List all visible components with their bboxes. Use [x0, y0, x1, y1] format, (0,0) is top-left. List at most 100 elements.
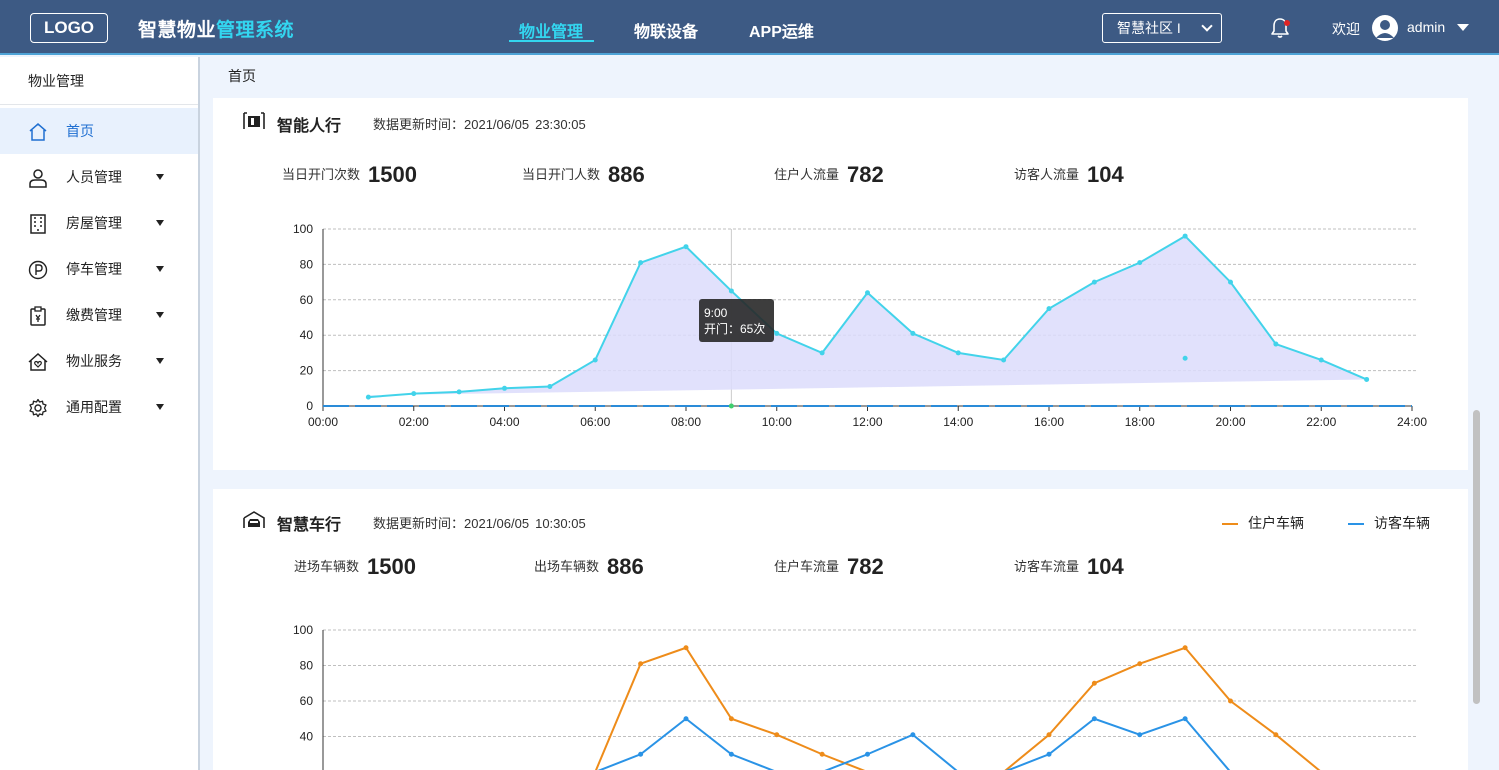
sidebar-item-billing[interactable]: 缴费管理 [0, 292, 198, 338]
stat-vehicles-in: 进场车辆数 1500 [294, 554, 416, 580]
stat-resident-flow: 住户人流量 782 [774, 162, 884, 188]
stat-visitor-vehicle-flow: 访客车流量 104 [1014, 554, 1124, 580]
data-point [1273, 732, 1279, 738]
data-point [1182, 716, 1188, 722]
y-tick-label: 40 [300, 328, 314, 342]
y-tick-label: 60 [300, 293, 314, 307]
username[interactable]: admin [1407, 19, 1445, 35]
stat-value: 886 [608, 162, 645, 187]
data-point [910, 732, 916, 738]
parking-icon [28, 260, 48, 280]
update-time: 10:30:05 [535, 516, 586, 531]
stat-label: 访客人流量 [1014, 167, 1080, 182]
pedestrian-title: 智能人行 [277, 118, 342, 135]
sidebar-item-label: 人员管理 [66, 169, 122, 185]
legend-label: 访客车辆 [1374, 515, 1430, 531]
sidebar-item-label: 通用配置 [66, 399, 122, 415]
expand-caret-icon [156, 358, 164, 364]
stat-value: 104 [1087, 554, 1124, 579]
update-time: 23:30:05 [535, 117, 586, 132]
user-menu-caret-icon[interactable] [1457, 24, 1469, 31]
stat-label: 当日开门人数 [522, 167, 601, 182]
data-point [865, 290, 870, 296]
gate-icon [243, 112, 265, 129]
data-point [1091, 680, 1097, 686]
data-point [1091, 716, 1097, 722]
data-point [638, 260, 644, 266]
gear-icon [29, 398, 47, 418]
area-fill [368, 236, 1367, 398]
sidebar-item-settings[interactable]: 通用配置 [0, 384, 198, 430]
nav-tab-app-ops[interactable]: APP运维 [749, 18, 814, 42]
logo[interactable]: LOGO [30, 13, 108, 43]
expand-caret-icon [156, 220, 164, 226]
stat-door-people: 当日开门人数 886 [522, 162, 645, 188]
home-icon [29, 123, 47, 141]
pedestrian-chart: 0 20 40 60 80 100 00:00 02:00 04:00 06:00 08:00 10:… [293, 222, 1427, 429]
stat-label: 访客车流量 [1014, 559, 1080, 574]
welcome-text: 欢迎 [1332, 21, 1360, 37]
legend-item-resident[interactable]: 住户车辆 [1222, 513, 1304, 533]
nav-tab-iot[interactable]: 物联设备 [634, 18, 698, 42]
data-point [1001, 357, 1007, 363]
stat-label: 出场车辆数 [534, 559, 600, 574]
marker-point [728, 403, 734, 409]
stat-value: 1500 [367, 554, 416, 579]
breadcrumb[interactable]: 首页 [228, 66, 256, 86]
data-point [1046, 306, 1052, 312]
vehicle-title: 智慧车行 [277, 517, 342, 534]
sidebar-item-people[interactable]: 人员管理 [0, 154, 198, 200]
data-point [1091, 279, 1097, 285]
bell-icon[interactable] [1268, 16, 1292, 40]
x-tick-label: 20:00 [1215, 415, 1245, 429]
data-point [1228, 698, 1233, 704]
stat-label: 进场车辆数 [294, 559, 360, 574]
data-point [1137, 732, 1143, 738]
stat-label: 当日开门次数 [282, 167, 361, 182]
sidebar-item-services[interactable]: 物业服务 [0, 338, 198, 384]
data-point [1318, 357, 1324, 363]
building-icon [30, 214, 46, 234]
scrollbar-thumb[interactable] [1473, 410, 1480, 704]
data-point [502, 385, 507, 391]
sidebar-item-parking[interactable]: 停车管理 [0, 246, 198, 292]
sidebar-item-label: 物业服务 [66, 353, 122, 369]
data-point [365, 394, 371, 400]
tooltip-value: 开门：65次 [704, 322, 766, 336]
x-tick-label: 12:00 [852, 415, 882, 429]
x-tick-label: 04:00 [489, 415, 519, 429]
data-point [728, 288, 734, 294]
legend-swatch [1348, 523, 1364, 526]
x-tick-label: 18:00 [1125, 415, 1155, 429]
expand-caret-icon [156, 174, 164, 180]
bill-icon [30, 306, 46, 326]
app-title: 智慧物业管理系统 [138, 15, 294, 42]
update-label: 数据更新时间： [373, 516, 465, 531]
y-tick-label: 60 [300, 694, 314, 708]
stat-label: 住户人流量 [774, 167, 840, 182]
nav-tab-property[interactable]: 物业管理 [519, 18, 583, 42]
sidebar-item-housing[interactable]: 房屋管理 [0, 200, 198, 246]
data-point [592, 357, 598, 363]
legend-label: 住户车辆 [1248, 515, 1304, 531]
house-heart-icon [28, 352, 48, 371]
sidebar: 物业管理 首页 人员管理 房屋管理 停车管理 缴费管理 物业服务 通用配置 [0, 57, 200, 770]
data-point [1182, 645, 1188, 651]
series-line [597, 717, 1231, 770]
stat-value: 782 [847, 554, 884, 579]
data-point [638, 751, 644, 757]
x-tick-label: 10:00 [762, 415, 792, 429]
person-icon [29, 169, 47, 188]
data-point [456, 389, 462, 395]
stat-value: 104 [1087, 162, 1124, 187]
y-tick-label: 20 [300, 364, 314, 378]
data-point [774, 732, 780, 738]
sidebar-item-home[interactable]: 首页 [0, 108, 198, 154]
legend-item-visitor[interactable]: 访客车辆 [1348, 513, 1430, 533]
avatar-icon[interactable] [1372, 15, 1398, 41]
data-point [1182, 233, 1188, 239]
community-select[interactable]: 智慧社区 I [1102, 13, 1222, 43]
marker-point [1182, 355, 1188, 361]
stat-value: 1500 [368, 162, 417, 187]
data-point [638, 661, 644, 667]
